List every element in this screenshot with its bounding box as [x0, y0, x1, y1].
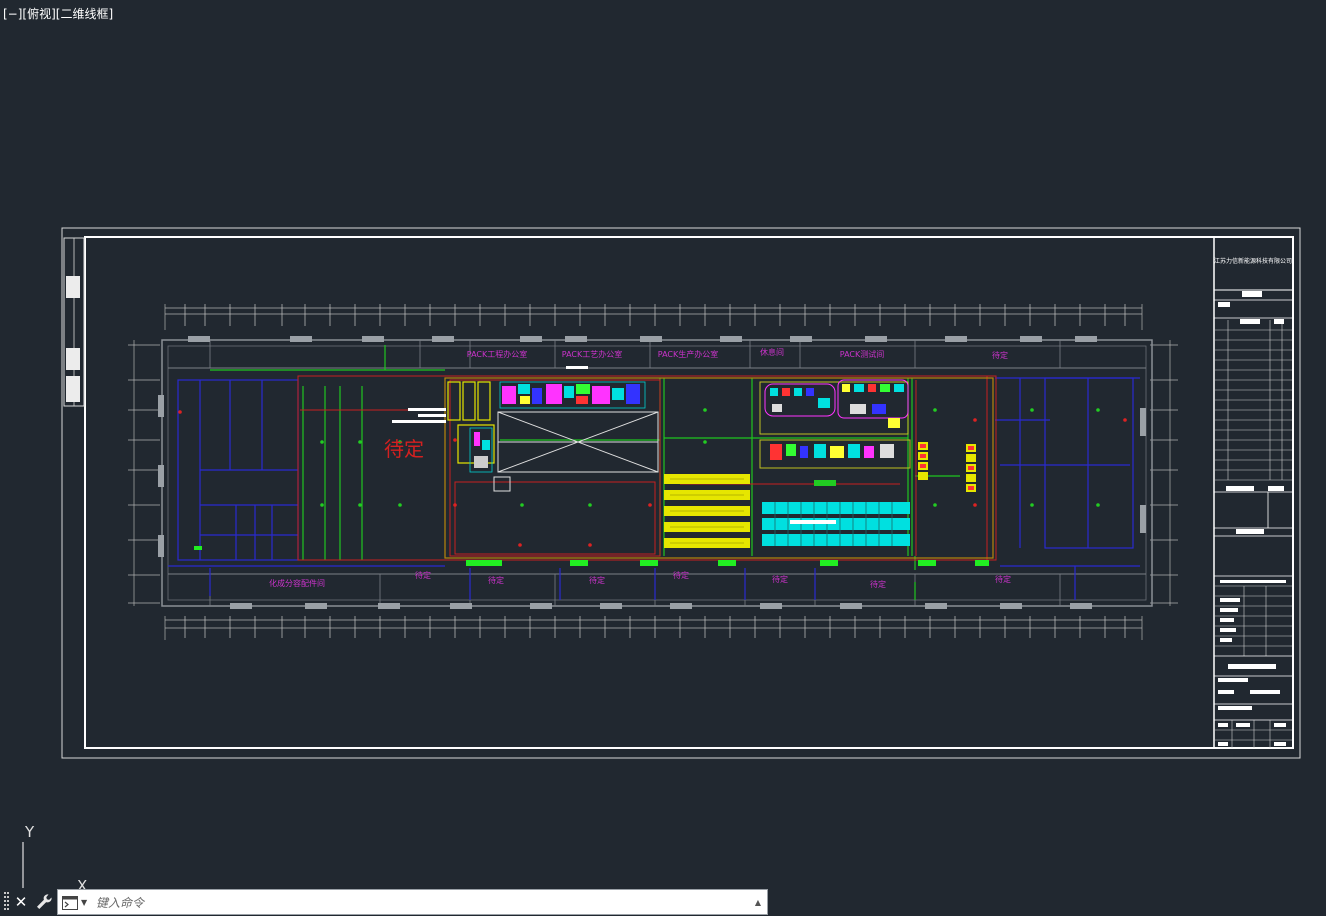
room-label-bottom-pending-5: 待定	[772, 574, 788, 584]
binding-strip	[63, 237, 85, 407]
close-icon[interactable]: ✕	[13, 892, 29, 912]
room-label-bottom-pending-1: 待定	[415, 570, 431, 580]
room-label-bottom-pending-3: 待定	[589, 575, 605, 585]
ucs-y-label: Y	[24, 823, 35, 841]
cad-drawing-canvas[interactable]: 江苏力信新能源科技有限公司 PACK工程办公室 PACK工艺办公室 PACK生产…	[0, 0, 1326, 916]
room-label-pack-prod-office: PACK生产办公室	[658, 349, 718, 359]
command-line-box[interactable]: ▼ ▲	[57, 889, 768, 915]
room-label-bottom-pending-4: 待定	[673, 570, 689, 580]
command-prompt-icon[interactable]	[62, 896, 78, 910]
room-label-bottom-pending-2: 待定	[488, 575, 504, 585]
room-label-top-4: 休息间	[760, 347, 784, 357]
chevron-up-icon[interactable]: ▲	[755, 898, 761, 907]
command-line-grip-handle[interactable]	[2, 890, 12, 914]
title-block: 江苏力信新能源科技有限公司	[1213, 238, 1292, 748]
wrench-icon[interactable]	[34, 892, 54, 912]
room-label-bottom-pending-6: 待定	[870, 579, 886, 589]
main-area-pending-label: 待定	[384, 437, 424, 461]
room-label-pack-proc-office: PACK工艺办公室	[562, 349, 622, 359]
company-name: 江苏力信新能源科技有限公司	[1214, 257, 1292, 265]
room-label-pack-test: PACK测试间	[840, 349, 884, 359]
room-label-bottom-pending-7: 待定	[995, 574, 1011, 584]
chevron-down-icon[interactable]: ▼	[81, 898, 87, 907]
room-label-top-pending: 待定	[992, 350, 1008, 360]
floor-plan: PACK工程办公室 PACK工艺办公室 PACK生产办公室 休息间 PACK测试…	[128, 304, 1178, 640]
room-label-chem-room: 化成分容配件间	[269, 578, 325, 588]
room-label-pack-eng-office: PACK工程办公室	[467, 349, 527, 359]
command-input[interactable]	[94, 893, 738, 913]
ucs-icon: Y X	[22, 823, 87, 892]
